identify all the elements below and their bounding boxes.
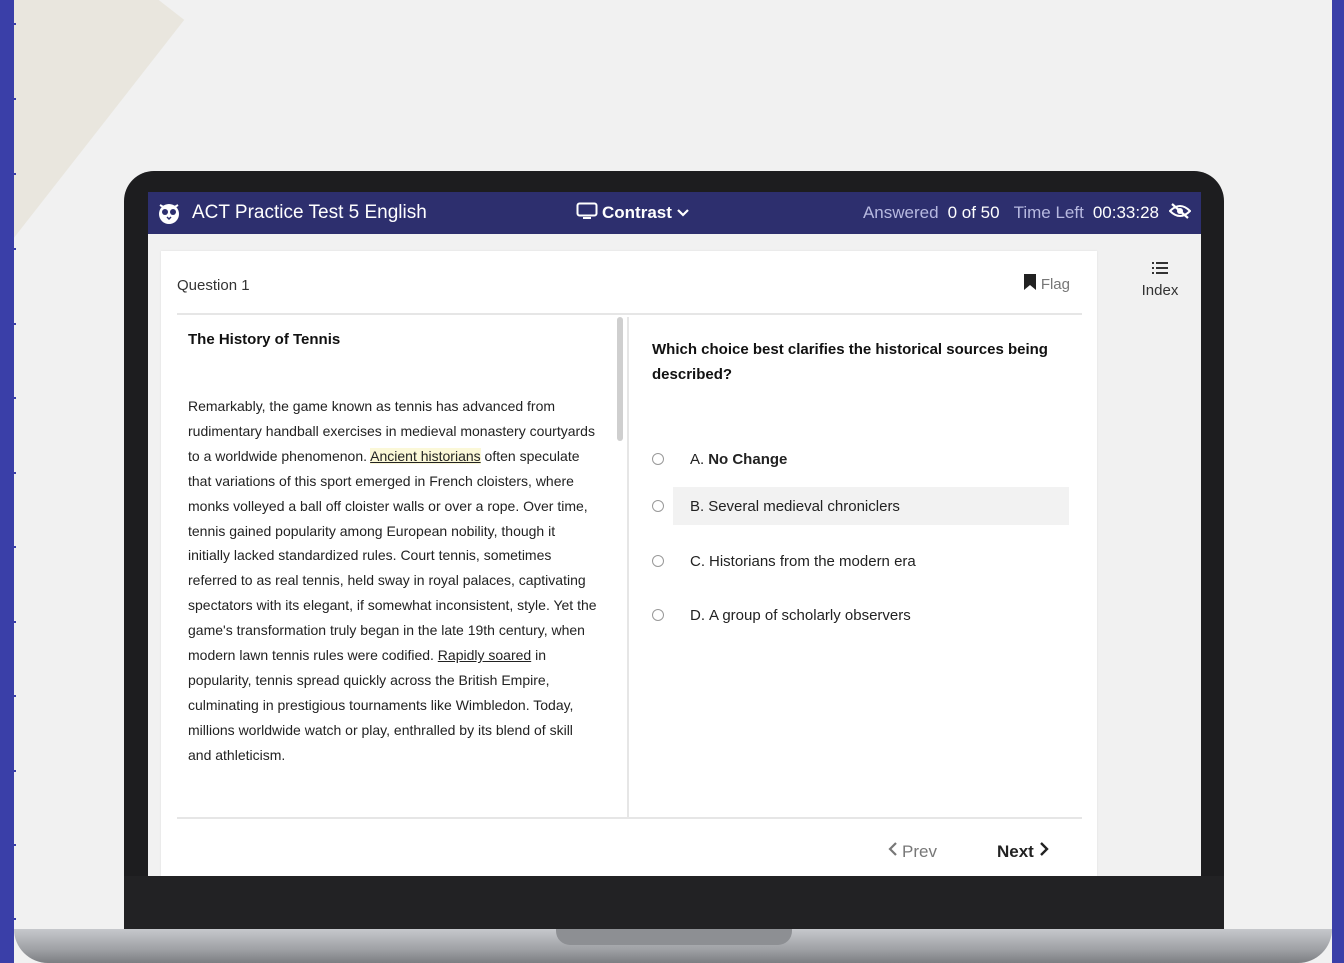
option-text: Several medieval chroniclers (708, 497, 900, 515)
contrast-label: Contrast (602, 203, 672, 222)
option-text: A group of scholarly observers (709, 606, 911, 624)
monitor-icon (576, 202, 602, 225)
rule-mark (1332, 546, 1344, 548)
question-prompt: Which choice best clarifies the historic… (652, 341, 1048, 383)
rule-mark (0, 173, 16, 175)
option-text: Historians from the modern era (709, 552, 916, 570)
rule-mark (1332, 397, 1344, 399)
rule-mark (1332, 844, 1344, 846)
passage-text-middle: often speculate that variations of this … (188, 447, 597, 664)
rule-mark (0, 323, 16, 325)
flag-button[interactable]: Flag (1023, 273, 1070, 295)
time-left-value: 00:33:28 (1092, 203, 1159, 222)
radio-button[interactable] (652, 500, 664, 512)
chevron-left-icon (887, 841, 899, 862)
passage-text: Remarkably, the game known as tennis has… (188, 394, 598, 768)
rule-mark (0, 248, 16, 250)
passage-title: The History of Tennis (188, 331, 341, 348)
rule-mark (1332, 621, 1344, 623)
next-button[interactable]: Next (997, 841, 1050, 862)
rule-mark (0, 472, 16, 474)
answer-option-c[interactable]: C. Historians from the modern era (649, 542, 1073, 580)
index-button[interactable]: Index (1134, 260, 1186, 299)
answered-label: Answered (862, 203, 939, 222)
answer-option-b[interactable]: B. Several medieval chroniclers (649, 487, 1073, 525)
rule-mark (0, 23, 16, 25)
owl-logo-icon (156, 200, 182, 226)
rule-mark (0, 695, 16, 697)
rule-mark (1332, 918, 1344, 920)
rule-mark (1332, 472, 1344, 474)
option-text: No Change (708, 450, 788, 468)
hide-eye-icon[interactable] (1168, 202, 1192, 224)
laptop-notch (556, 929, 792, 945)
passage-panel: The History of Tennis Remarkably, the ga… (188, 331, 598, 768)
passage-underlined-phrase[interactable]: Rapidly soared (438, 647, 531, 663)
rule-mark (0, 98, 16, 100)
question-header: Question 1 Flag (177, 251, 1082, 315)
radio-button[interactable] (652, 555, 664, 567)
rule-mark (1332, 770, 1344, 772)
footer-divider (177, 817, 1082, 819)
question-card: Question 1 Flag The History of Tennis Re… (161, 251, 1097, 876)
laptop-screen: ACT Practice Test 5 English Contrast Ans… (148, 192, 1201, 876)
rule-mark (1332, 173, 1344, 175)
passage-text-after: in popularity, tennis spread quickly acr… (188, 647, 574, 763)
chevron-right-icon (1038, 841, 1050, 862)
rule-mark (1332, 323, 1344, 325)
chevron-down-icon (676, 203, 694, 223)
rule-mark (0, 621, 16, 623)
answer-option-d[interactable]: D. A group of scholarly observers (649, 596, 1073, 634)
rule-mark (1332, 23, 1344, 25)
rule-mark (0, 770, 16, 772)
rule-mark (0, 918, 16, 920)
radio-button[interactable] (652, 453, 664, 465)
pane-divider (627, 317, 629, 817)
prev-label: Prev (902, 841, 937, 861)
status-area: Answered 0 of 50 Time Left 00:33:28 (862, 192, 1192, 234)
passage-scrollbar[interactable] (617, 317, 623, 441)
rule-mark (0, 397, 16, 399)
rule-mark (0, 844, 16, 846)
radio-button[interactable] (652, 609, 664, 621)
rule-mark (0, 546, 16, 548)
bookmark-icon (1023, 273, 1037, 295)
rule-mark (1332, 248, 1344, 250)
list-icon (1151, 262, 1169, 280)
prev-button[interactable]: Prev (887, 841, 937, 862)
rule-mark (1332, 98, 1344, 100)
rule-mark (1332, 695, 1344, 697)
flag-label: Flag (1040, 275, 1070, 293)
passage-highlighted-phrase[interactable]: Ancient historians (370, 447, 481, 464)
laptop-bezel (124, 876, 1224, 931)
answered-value: 0 of 50 (947, 203, 1000, 222)
next-label: Next (997, 841, 1034, 861)
option-letter: B. (690, 497, 705, 515)
answer-option-a[interactable]: A. No Change (649, 440, 1073, 478)
option-letter: D. (690, 606, 705, 624)
option-letter: A. (690, 450, 705, 468)
index-label: Index (1141, 282, 1179, 299)
app-header: ACT Practice Test 5 English Contrast Ans… (148, 192, 1201, 234)
app-title: ACT Practice Test 5 English (192, 202, 427, 223)
time-left-label: Time Left (1013, 203, 1084, 222)
contrast-dropdown[interactable]: Contrast (576, 192, 694, 234)
question-number: Question 1 (177, 277, 250, 294)
option-letter: C. (690, 552, 705, 570)
